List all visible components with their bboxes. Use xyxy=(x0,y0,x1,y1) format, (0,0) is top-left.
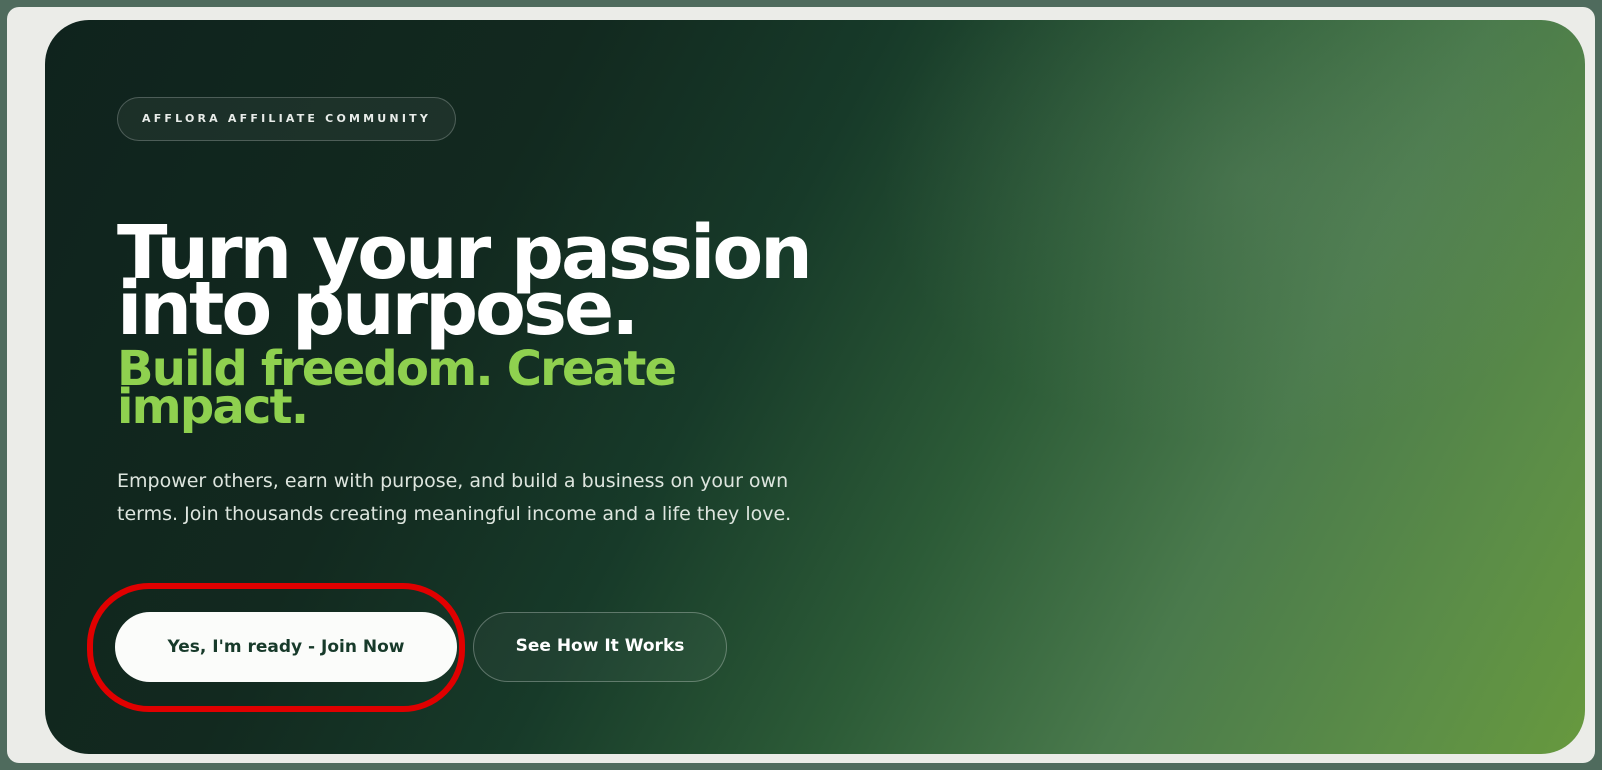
hero-description: Empower others, earn with purpose, and b… xyxy=(117,470,792,525)
hero-headline: Turn your passion into purpose. xyxy=(117,216,813,346)
hero-section: AFFLORA AFFILIATE COMMUNITY Turn your pa… xyxy=(45,20,1585,754)
hero-subheadline: Build freedom. Create impact. xyxy=(117,345,677,431)
community-badge: AFFLORA AFFILIATE COMMUNITY xyxy=(117,97,456,141)
see-how-it-works-button[interactable]: See How It Works xyxy=(473,612,727,682)
screenshot-frame: AFFLORA AFFILIATE COMMUNITY Turn your pa… xyxy=(7,7,1595,763)
join-now-button[interactable]: Yes, I'm ready - Join Now xyxy=(115,612,457,682)
